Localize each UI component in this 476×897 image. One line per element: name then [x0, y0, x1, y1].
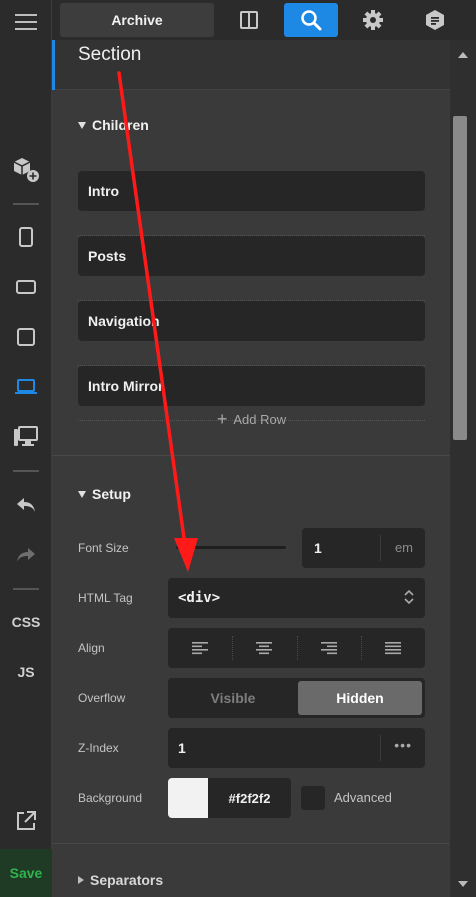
background-color-swatch[interactable] — [168, 778, 208, 818]
align-label: Align — [78, 641, 105, 655]
align-right-icon[interactable] — [296, 628, 361, 668]
child-row[interactable]: Intro Mirror — [78, 366, 425, 406]
html-tag-label: HTML Tag — [78, 591, 133, 605]
children-group-title: Children — [92, 117, 149, 133]
phone-landscape-icon[interactable] — [0, 267, 52, 307]
plus-icon: + — [216, 409, 228, 429]
properties-panel: Section Children Intro Posts Navigation … — [52, 40, 450, 897]
add-row-label: Add Row — [233, 411, 287, 427]
child-row-wrapper: Intro — [78, 171, 425, 236]
hamburger-menu-icon[interactable] — [0, 2, 52, 42]
external-link-icon[interactable] — [0, 801, 52, 841]
advanced-label: Advanced — [334, 790, 392, 805]
undo-icon[interactable] — [0, 485, 52, 525]
rail-divider — [13, 588, 39, 590]
group-divider — [52, 843, 450, 844]
collapse-triangle-icon — [78, 490, 86, 498]
scroll-down-arrow-icon[interactable] — [458, 881, 468, 887]
align-center-icon[interactable] — [232, 628, 296, 668]
collapse-triangle-icon — [78, 121, 86, 129]
more-options-icon[interactable]: ••• — [394, 737, 412, 753]
phone-portrait-icon[interactable] — [0, 217, 52, 257]
js-editor-button[interactable]: JS — [0, 652, 52, 692]
font-size-slider-handle[interactable] — [183, 542, 193, 552]
z-index-value: 1 — [178, 740, 186, 756]
save-button[interactable]: Save — [0, 849, 52, 897]
field-separator — [380, 535, 381, 561]
panel-scrollbar[interactable] — [450, 40, 476, 897]
html-tag-select[interactable]: <div> — [168, 578, 425, 618]
tablet-icon[interactable] — [0, 317, 52, 357]
separators-group-title: Separators — [90, 872, 164, 888]
scroll-up-arrow-icon[interactable] — [458, 52, 468, 58]
font-size-input[interactable]: 1 em — [302, 528, 425, 568]
css-editor-button[interactable]: CSS — [0, 602, 52, 642]
desktop-icon[interactable] — [0, 417, 52, 457]
rail-divider — [13, 470, 39, 472]
archive-tab[interactable]: Archive — [60, 3, 214, 37]
children-group-toggle[interactable]: Children — [78, 117, 149, 133]
settings-gear-icon[interactable] — [346, 3, 400, 37]
html-tag-value: <div> — [178, 590, 221, 606]
align-justify-icon[interactable] — [360, 628, 425, 668]
child-row[interactable]: Navigation — [78, 301, 425, 341]
field-separator — [380, 735, 381, 761]
top-bar: Archive — [52, 0, 476, 40]
overflow-hidden-button[interactable]: Hidden — [298, 681, 422, 715]
notes-icon[interactable] — [408, 3, 462, 37]
z-index-label: Z-Index — [78, 741, 119, 755]
search-icon[interactable] — [284, 3, 338, 37]
section-header: Section — [52, 40, 450, 90]
advanced-checkbox[interactable] — [301, 786, 325, 810]
group-divider — [52, 455, 450, 456]
child-row[interactable]: Posts — [78, 236, 425, 276]
add-row-button[interactable]: + Add Row — [78, 409, 425, 429]
align-button-group — [168, 628, 425, 668]
z-index-input[interactable]: 1 ••• — [168, 728, 425, 768]
add-component-icon[interactable] — [0, 150, 52, 190]
separators-group-toggle[interactable]: Separators — [78, 872, 163, 888]
expand-triangle-icon — [78, 876, 84, 884]
font-size-unit[interactable]: em — [395, 540, 413, 555]
left-toolbar: CSS JS Save — [0, 0, 52, 897]
section-title: Section — [78, 44, 142, 65]
font-size-label: Font Size — [78, 541, 129, 555]
redo-icon[interactable] — [0, 535, 52, 575]
setup-group-title: Setup — [92, 486, 131, 502]
section-accent-bar — [52, 40, 55, 90]
overflow-visible-button[interactable]: Visible — [171, 681, 295, 715]
child-row-wrapper: Navigation — [78, 301, 425, 366]
scrollbar-thumb[interactable] — [453, 116, 467, 440]
rail-divider — [13, 203, 39, 205]
updown-chevron-icon — [403, 588, 415, 611]
align-left-icon[interactable] — [168, 628, 232, 668]
overflow-label: Overflow — [78, 691, 126, 705]
split-layout-icon[interactable] — [222, 3, 276, 37]
child-row-wrapper: Posts — [78, 236, 425, 301]
background-label: Background — [78, 791, 143, 805]
child-row[interactable]: Intro — [78, 171, 425, 211]
font-size-value: 1 — [314, 540, 322, 556]
overflow-toggle-group: Visible Hidden — [168, 678, 425, 718]
setup-group-toggle[interactable]: Setup — [78, 486, 131, 502]
background-color-hex[interactable]: #f2f2f2 — [208, 778, 291, 818]
laptop-icon[interactable] — [0, 367, 52, 407]
